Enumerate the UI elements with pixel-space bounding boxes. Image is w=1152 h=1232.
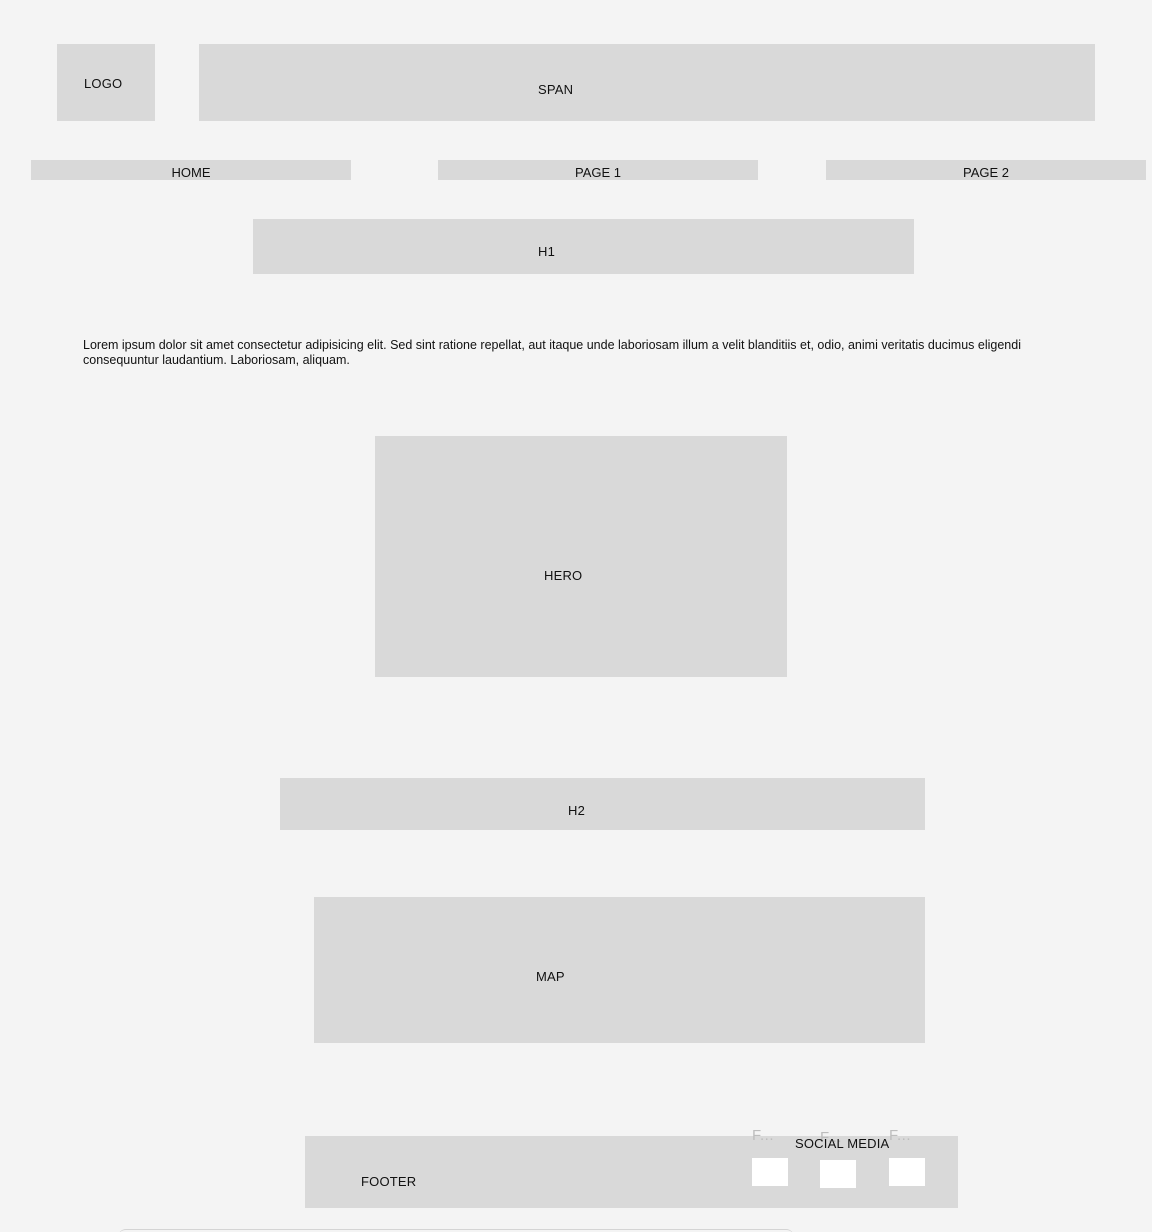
nav-item-page-1-label: PAGE 1 [574,164,621,180]
hero-label: HERO [544,568,583,583]
h2-placeholder: H2 [280,778,925,830]
social-icon-1[interactable] [752,1158,788,1186]
social-item-3-label: F... [889,1127,912,1144]
nav-item-home[interactable]: HOME [31,160,351,180]
span-label: SPAN [538,82,574,97]
h2-label: H2 [568,803,586,818]
nav-item-page-1[interactable]: PAGE 1 [438,160,758,180]
map-placeholder[interactable]: MAP [314,897,925,1043]
nav-item-page-2-label: PAGE 2 [962,164,1009,180]
social-media-title: SOCIAL MEDIA [795,1136,890,1151]
nav-item-home-label: HOME [171,164,211,180]
map-label: MAP [536,969,565,984]
h1-label: H1 [538,244,556,259]
social-icon-3[interactable] [889,1158,925,1186]
h1-placeholder: H1 [253,219,914,274]
nav-item-page-2[interactable]: PAGE 2 [826,160,1146,180]
span-placeholder: SPAN [199,44,1095,121]
logo-label: LOGO [84,76,123,91]
hero-placeholder: HERO [375,436,787,677]
social-icon-2[interactable] [820,1160,856,1188]
social-item-1-label: F... [752,1127,775,1144]
logo-placeholder[interactable]: LOGO [57,44,155,121]
body-paragraph: Lorem ipsum dolor sit amet consectetur a… [83,337,1021,367]
footer-label: FOOTER [361,1174,417,1189]
